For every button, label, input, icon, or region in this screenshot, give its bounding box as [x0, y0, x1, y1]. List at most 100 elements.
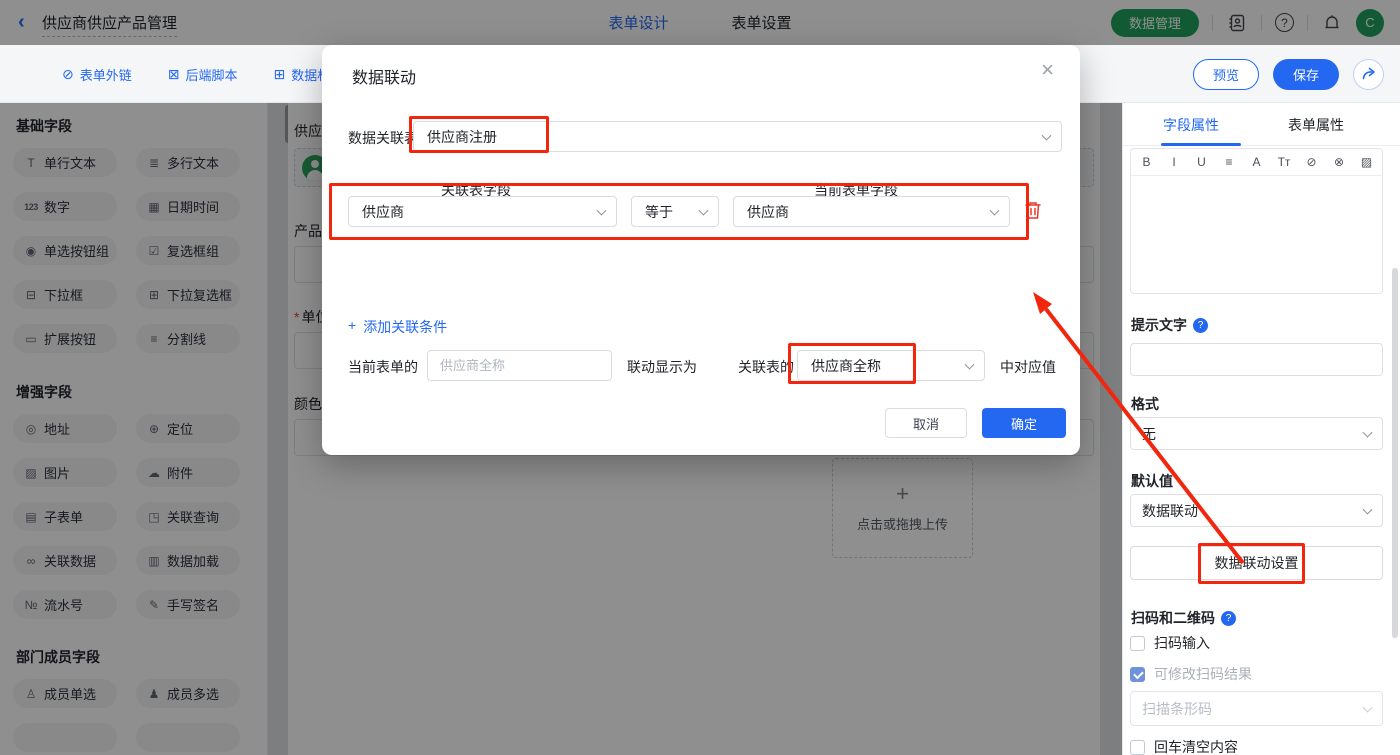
field-type-label: 成员多选	[167, 687, 220, 702]
checkbox[interactable]	[1130, 666, 1145, 682]
field-type-item[interactable]: ▭ 扩展按钮	[13, 324, 117, 353]
tab-form-design[interactable]: 表单设计	[608, 12, 668, 33]
field-type-item[interactable]: ▥ 数据加载	[136, 546, 240, 575]
data-linkage-settings-button[interactable]: 数据联动设置	[1130, 546, 1383, 580]
field-type-item[interactable]: ◉ 单选按钮组	[13, 236, 117, 265]
editor-toolbar-icon[interactable]: ⊗	[1333, 155, 1346, 169]
editor-toolbar-icon[interactable]: ≡	[1223, 155, 1236, 169]
field-type-item[interactable]: ✎ 手写签名	[136, 590, 240, 619]
member-fields-grid-partial	[13, 723, 254, 752]
field-type-item[interactable]: ⊕ 定位	[136, 414, 240, 443]
field-type-item[interactable]: ♙ 成员单选	[13, 679, 117, 708]
tab-form-properties[interactable]: 表单属性	[1288, 115, 1344, 135]
help-icon[interactable]: ?	[1275, 13, 1294, 32]
confirm-button[interactable]: 确定	[982, 408, 1066, 438]
field-type-item[interactable]: ☁ 附件	[136, 458, 240, 487]
notification-bell-icon[interactable]	[1321, 12, 1343, 34]
editor-toolbar-icon[interactable]: Tᴛ	[1278, 155, 1291, 169]
toolbar-link[interactable]: ⊠ 后端脚本	[168, 65, 238, 84]
top-bar: ‹ 供应商供应产品管理 表单设计 表单设置 数据管理 ? C	[0, 0, 1400, 45]
data-linkage-modal: 数据联动 × 数据关联表 供应商注册 关联表字段 当前表单字段 供应商 等于 供…	[322, 45, 1080, 455]
field-type-item[interactable]: ▦ 日期时间	[136, 192, 240, 221]
field-type-label: 子表单	[44, 510, 84, 525]
rich-text-editor[interactable]: B I U ≡ A Tᴛ ⊘ ⊗ ▨	[1130, 148, 1383, 294]
field-type-item-partial[interactable]	[13, 723, 117, 752]
hint-text-input[interactable]	[1130, 343, 1383, 376]
help-badge-icon[interactable]: ?	[1193, 317, 1208, 333]
field-type-item[interactable]: ≡ 分割线	[136, 324, 240, 353]
enter-clear-row[interactable]: 回车清空内容	[1130, 737, 1238, 755]
contacts-book-icon[interactable]	[1226, 12, 1248, 34]
toolbar-link[interactable]: ⊘ 表单外链	[62, 65, 132, 84]
divider	[1212, 14, 1213, 31]
relation-display-field-select[interactable]: 供应商全称	[797, 350, 985, 381]
editor-toolbar-icon[interactable]: I	[1168, 155, 1181, 169]
field-type-label: 手写签名	[167, 598, 220, 613]
format-select[interactable]: 无	[1130, 417, 1383, 450]
field-type-item[interactable]: ⊟ 下拉框	[13, 280, 117, 309]
field-type-item[interactable]: ≣ 多行文本	[136, 148, 240, 177]
field-type-item[interactable]: ☑ 复选框组	[136, 236, 240, 265]
field-type-label: 扩展按钮	[44, 332, 97, 347]
checkbox[interactable]	[1130, 739, 1145, 755]
field-type-item[interactable]: ▨ 图片	[13, 458, 117, 487]
tab-field-properties[interactable]: 字段属性	[1163, 115, 1219, 135]
checkbox-row[interactable]: 扫码输入	[1130, 633, 1210, 653]
checkbox-row[interactable]: 可修改扫码结果	[1130, 664, 1252, 684]
field-type-item[interactable]: № 流水号	[13, 590, 117, 619]
checkbox[interactable]	[1130, 635, 1145, 651]
section-title-member-fields: 部门成员字段	[16, 649, 100, 665]
field-type-item[interactable]: ♟ 成员多选	[136, 679, 240, 708]
condition-relation-field-select[interactable]: 供应商	[348, 196, 617, 227]
editor-toolbar-icon[interactable]: B	[1140, 155, 1153, 169]
toolbar-link-label: 后端脚本	[185, 67, 238, 83]
back-icon[interactable]: ‹	[18, 11, 25, 33]
tab-form-settings[interactable]: 表单设置	[732, 12, 792, 33]
field-type-item-partial[interactable]	[136, 723, 240, 752]
page-title[interactable]: 供应商供应产品管理	[42, 12, 178, 37]
field-type-item[interactable]: ◎ 地址	[13, 414, 117, 443]
condition-form-field-select[interactable]: 供应商	[733, 196, 1010, 227]
upload-dropzone[interactable]: + 点击或拖拽上传	[832, 458, 973, 558]
divider	[1307, 14, 1308, 31]
field-type-item[interactable]: ▤ 子表单	[13, 502, 117, 531]
panel-scrollbar[interactable]	[1392, 268, 1398, 638]
relation-table-select[interactable]: 供应商注册	[413, 121, 1062, 152]
toolbar-link-icon: ⊞	[273, 65, 286, 82]
upload-hint-text: 点击或拖拽上传	[856, 516, 948, 532]
condition-operator-select[interactable]: 等于	[631, 196, 719, 227]
preview-button[interactable]: 预览	[1193, 58, 1259, 90]
editor-toolbar-icon[interactable]: ⊘	[1305, 155, 1318, 169]
field-type-icon: ⊞	[148, 287, 160, 302]
default-value-select[interactable]: 数据联动	[1130, 494, 1383, 527]
field-type-item[interactable]: 123 数字	[13, 192, 117, 221]
save-button[interactable]: 保存	[1273, 58, 1339, 90]
data-manage-button[interactable]: 数据管理	[1110, 8, 1199, 37]
field-type-item[interactable]: ◳ 关联查询	[136, 502, 240, 531]
required-mark: *	[294, 309, 300, 325]
cancel-button[interactable]: 取消	[885, 408, 967, 438]
field-type-icon: ▦	[148, 199, 160, 214]
field-type-icon: ⊟	[25, 287, 37, 302]
delete-condition-trash-icon[interactable]	[1024, 200, 1042, 220]
field-type-label: 单选按钮组	[44, 244, 110, 259]
close-icon[interactable]: ×	[1041, 59, 1054, 81]
toolbar-actions: 预览 保存	[1193, 45, 1384, 103]
add-condition-link[interactable]: + 添加关联条件	[348, 317, 447, 337]
field-type-label: 下拉复选框	[167, 288, 233, 303]
editor-toolbar-icon[interactable]: U	[1195, 155, 1208, 169]
field-type-item[interactable]: ⊞ 下拉复选框	[136, 280, 240, 309]
user-avatar[interactable]: C	[1356, 8, 1384, 37]
scan-qr-heading: 扫码和二维码 ?	[1131, 608, 1236, 628]
editor-toolbar-icon[interactable]: ▨	[1360, 155, 1373, 169]
display-suffix-label: 中对应值	[1000, 359, 1056, 375]
display-field-input[interactable]	[427, 350, 612, 381]
field-type-icon: ≡	[150, 331, 158, 346]
field-type-item[interactable]: ∞ 关联数据	[13, 546, 117, 575]
editor-toolbar-icon[interactable]: A	[1250, 155, 1263, 169]
section-title-basic-fields: 基础字段	[16, 118, 72, 134]
chevron-down-icon	[1362, 504, 1373, 515]
help-badge-icon[interactable]: ?	[1221, 610, 1236, 626]
field-type-item[interactable]: T 单行文本	[13, 148, 117, 177]
share-icon[interactable]	[1353, 58, 1384, 90]
